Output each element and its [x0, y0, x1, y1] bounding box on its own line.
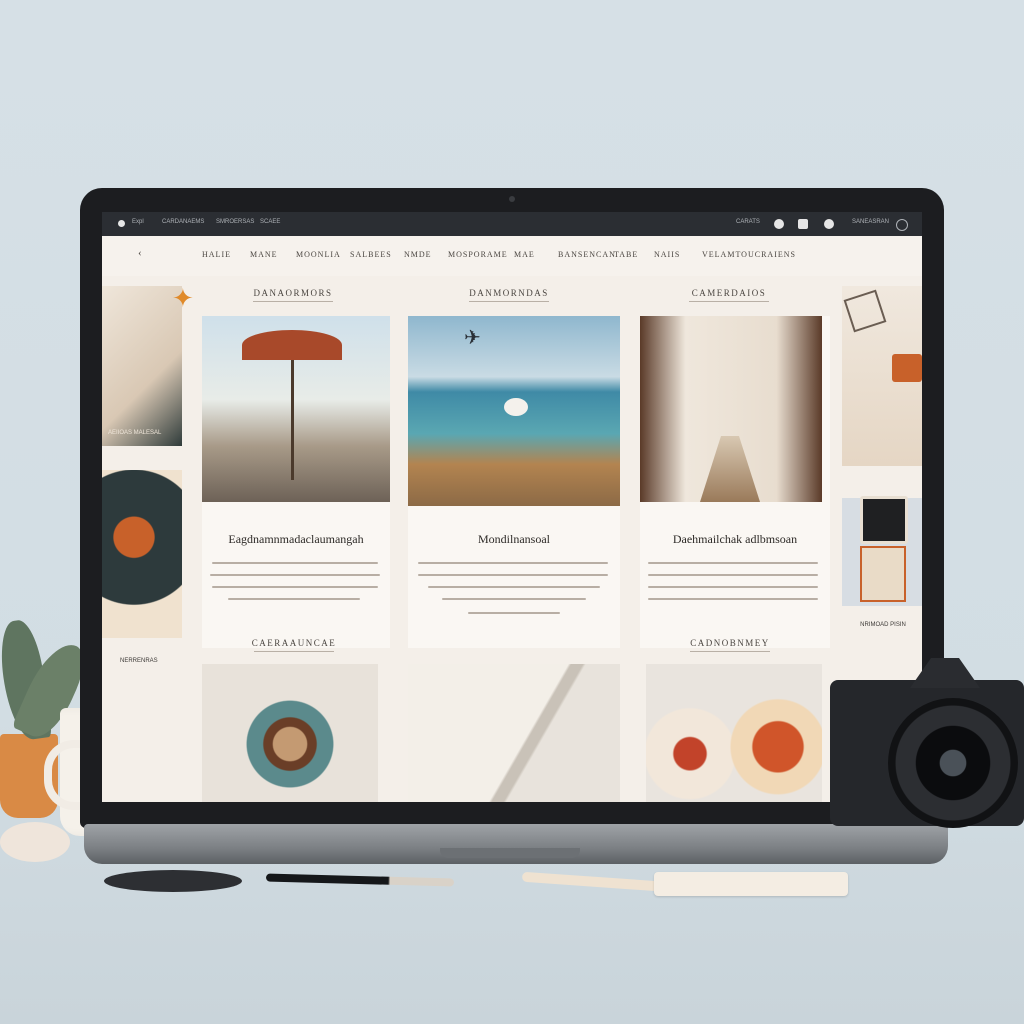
coaster [104, 870, 242, 892]
sidebar-caption: NERRENRAS [120, 658, 158, 664]
nav-item[interactable]: NAIIS [654, 250, 680, 259]
nav-item[interactable]: MANE [250, 250, 278, 259]
saucer [0, 822, 70, 862]
section-heading: DANMORNDAS [454, 288, 564, 302]
window-icon[interactable] [798, 219, 808, 229]
section-heading: CAERAAUNCAE [244, 638, 344, 652]
nav-item[interactable]: TABE [614, 250, 638, 259]
extension-icon[interactable] [774, 219, 784, 229]
sidebar-caption: NRIMOAD PISIN [860, 622, 906, 628]
card-title[interactable]: Mondilnansoal [408, 532, 620, 547]
tile-icon [860, 546, 906, 602]
tab-label[interactable]: SMROERSAS [216, 219, 254, 225]
nav-item[interactable]: MAE [514, 250, 535, 259]
tab-label[interactable]: CARDANAEMS [162, 219, 204, 225]
butterfly-icon: ✦ [172, 284, 194, 313]
back-arrow-icon[interactable]: ‹ [138, 247, 143, 259]
postcard [654, 872, 848, 896]
airplane-icon: ✈ [464, 327, 481, 349]
nav-item[interactable]: HALIE [202, 250, 231, 259]
nav-item[interactable]: VELAMTOUCRAIENS [702, 250, 796, 259]
card-title[interactable]: Daehmailchak adlbmsoan [640, 532, 830, 547]
article-card[interactable]: Eagdnamnmadaclaumangah [202, 316, 390, 648]
nav-item[interactable]: MOSPORAME [448, 250, 508, 259]
account-label[interactable]: SANEASRAN [852, 219, 889, 225]
section-heading: CADNOBNMEY [680, 638, 780, 652]
section-heading: DANAORMORS [238, 288, 348, 302]
nav-item[interactable]: BANSENCAN [558, 250, 616, 259]
documents-photo[interactable] [408, 664, 620, 802]
food-photo[interactable] [646, 664, 822, 802]
left-sidebar-panel [102, 286, 182, 446]
nav-item[interactable]: NMDE [404, 250, 432, 259]
site-nav: ‹ HALIE MANE MOONLIA SALBEES NMDE MOSPOR… [102, 236, 922, 276]
coffee-photo[interactable] [202, 664, 378, 802]
umbrella-shape [242, 330, 342, 360]
tab-label[interactable]: Expl [132, 219, 144, 225]
browser-toolbar: Expl CARDANAEMS SMROERSAS SCAEE CARATS S… [102, 212, 922, 236]
toolbar-right-label[interactable]: CARATS [736, 219, 760, 225]
nav-item[interactable]: MOONLIA [296, 250, 341, 259]
article-card[interactable]: ✈ Mondilnansoal [408, 316, 620, 648]
left-sidebar-image[interactable] [102, 470, 182, 638]
pen [265, 873, 455, 887]
card-title[interactable]: Eagdnamnmadaclaumangah [202, 532, 390, 547]
laptop-screen: Expl CARDANAEMS SMROERSAS SCAEE CARATS S… [102, 212, 922, 802]
browser-menu-icon[interactable] [118, 220, 125, 227]
card-icon [892, 354, 922, 382]
tile-icon [860, 496, 908, 544]
camera-lens [888, 698, 1018, 828]
laptop-base [84, 824, 948, 864]
profile-icon[interactable] [824, 219, 834, 229]
nav-item[interactable]: SALBEES [350, 250, 392, 259]
article-card[interactable]: Daehmailchak adlbmsoan [640, 316, 830, 648]
settings-icon[interactable] [896, 219, 908, 231]
laptop-notch [440, 848, 580, 858]
play-button-icon[interactable] [504, 398, 528, 416]
tab-label[interactable]: SCAEE [260, 219, 280, 225]
section-heading: CAMERDAIOS [674, 288, 784, 302]
webcam-icon [509, 196, 515, 202]
sidebar-caption: AEIIOAS MALESAL [108, 430, 162, 436]
umbrella-pole [291, 360, 294, 480]
